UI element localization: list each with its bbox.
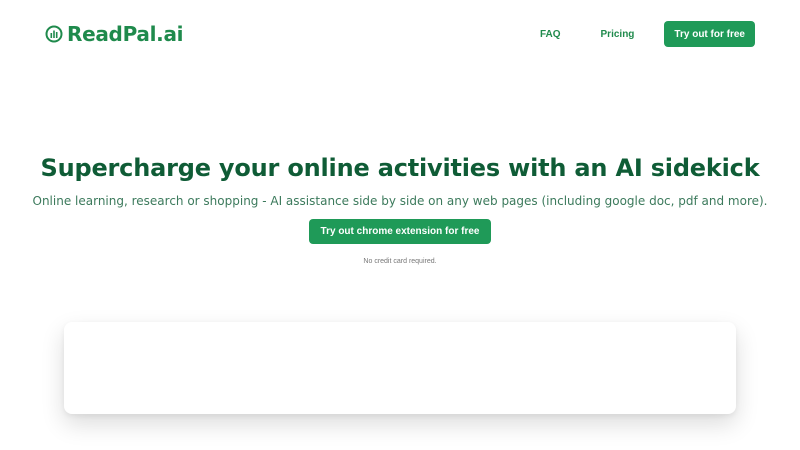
- try-free-button[interactable]: Try out for free: [664, 21, 755, 47]
- hero-subtitle: Online learning, research or shopping - …: [32, 194, 768, 208]
- logo-link[interactable]: ReadPal.ai: [45, 20, 184, 48]
- logo-text: ReadPal.ai: [67, 22, 184, 46]
- no-credit-card-note: No credit card required.: [363, 258, 437, 265]
- main-nav: FAQ Pricing Try out for free: [540, 21, 755, 47]
- landing-page: ReadPal.ai FAQ Pricing Try out for free …: [0, 0, 800, 450]
- hero-title: Supercharge your online activities with …: [40, 154, 760, 182]
- try-chrome-extension-button[interactable]: Try out chrome extension for free: [308, 219, 492, 244]
- nav-pricing-link[interactable]: Pricing: [601, 29, 635, 40]
- site-header: ReadPal.ai FAQ Pricing Try out for free: [0, 0, 800, 68]
- hero-section: Supercharge your online activities with …: [0, 150, 800, 265]
- readpal-logo-icon: [45, 25, 63, 43]
- nav-faq-link[interactable]: FAQ: [540, 29, 561, 40]
- product-preview-card: [64, 322, 736, 414]
